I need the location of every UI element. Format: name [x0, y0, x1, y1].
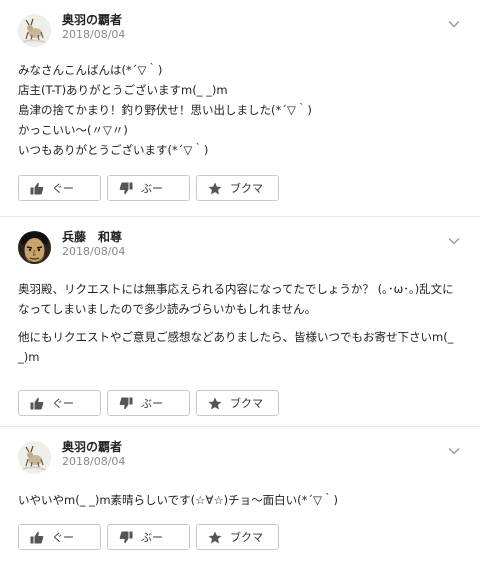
thumbs-down-icon — [119, 182, 133, 194]
thumbs-up-icon — [30, 182, 44, 194]
bookmark-label: ブクマ — [230, 182, 263, 195]
comment-header: 奥羽の覇者 2018/08/04 — [18, 427, 462, 477]
comment-line: 店主(T-T)ありがとうございますm(_ _)m — [18, 83, 228, 97]
comment-line: みなさんこんばんは(*´▽｀) — [18, 63, 163, 77]
manga-face-avatar[interactable] — [18, 231, 51, 264]
comment-line: 奥羽殿、リクエストには無事応えられる内容になってたでしょうか？ (｡･ω･｡)乱… — [18, 282, 454, 296]
bookmark-label: ブクマ — [230, 397, 263, 410]
good-label: ぐー — [52, 397, 74, 410]
chevron-down-icon[interactable] — [447, 14, 461, 28]
chevron-down-icon[interactable] — [447, 441, 461, 455]
thumbs-down-icon — [119, 397, 133, 409]
username[interactable]: 兵藤 和尊 — [62, 228, 122, 245]
comment-line: かっこいい～(〃▽〃) — [18, 123, 128, 137]
chevron-down-icon[interactable] — [447, 231, 461, 245]
username[interactable]: 奥羽の覇者 — [62, 11, 122, 28]
bookmark-button[interactable]: ブクマ — [196, 390, 279, 416]
comment-header: 奥羽の覇者 2018/08/04 — [18, 0, 462, 50]
star-icon — [208, 182, 222, 194]
comment-item: 奥羽の覇者 2018/08/04 いやいやm(_ _)m素晴らしいです(☆∀☆)… — [0, 427, 480, 567]
deer-figure-avatar[interactable] — [18, 14, 51, 47]
bookmark-label: ブクマ — [230, 531, 263, 544]
bad-label: ぶー — [141, 397, 163, 410]
bookmark-button[interactable]: ブクマ — [196, 524, 279, 550]
comment-body: いやいやm(_ _)m素晴らしいです(☆∀☆)チョ～面白い(*´▽｀) — [18, 490, 462, 510]
good-label: ぐー — [52, 182, 74, 195]
star-icon — [208, 397, 222, 409]
comment-paragraph: 他にもリクエストやご意見ご感想などありましたら、皆様いつでもお寄せ下さいm(_ … — [18, 327, 462, 367]
good-button[interactable]: ぐー — [18, 524, 101, 550]
comment-actions: ぐー ぶー ブクマ — [18, 524, 279, 550]
good-label: ぐー — [52, 531, 74, 544]
deer-figure-avatar[interactable] — [18, 441, 51, 474]
comment-item: 奥羽の覇者 2018/08/04 みなさんこんばんは(*´▽｀) 店主(T-T)… — [0, 0, 480, 217]
comment-body: みなさんこんばんは(*´▽｀) 店主(T-T)ありがとうございますm(_ _)m… — [18, 60, 462, 160]
username[interactable]: 奥羽の覇者 — [62, 438, 122, 455]
thumbs-up-icon — [30, 397, 44, 409]
bad-button[interactable]: ぶー — [107, 390, 190, 416]
comment-actions: ぐー ぶー ブクマ — [18, 390, 279, 416]
comment-line: 他にもリクエストやご意見ご感想などありましたら、皆様いつでもお寄せ下さいm(_ — [18, 330, 454, 344]
comment-line: 島津の捨てかまり！釣り野伏せ！思い出しました(*´▽｀) — [18, 103, 312, 117]
comment-paragraph: 奥羽殿、リクエストには無事応えられる内容になってたでしょうか？ (｡･ω･｡)乱… — [18, 279, 462, 319]
comment-date: 2018/08/04 — [62, 245, 126, 258]
bad-button[interactable]: ぶー — [107, 524, 190, 550]
bad-label: ぶー — [141, 182, 163, 195]
thumbs-down-icon — [119, 531, 133, 543]
comment-line: いやいやm(_ _)m素晴らしいです(☆∀☆)チョ～面白い(*´▽｀) — [18, 493, 338, 507]
comment-date: 2018/08/04 — [62, 28, 126, 41]
bookmark-button[interactable]: ブクマ — [196, 175, 279, 201]
comment-item: 兵藤 和尊 2018/08/04 奥羽殿、リクエストには無事応えられる内容になっ… — [0, 217, 480, 427]
thumbs-up-icon — [30, 531, 44, 543]
bad-label: ぶー — [141, 531, 163, 544]
comment-actions: ぐー ぶー ブクマ — [18, 175, 279, 201]
comment-header: 兵藤 和尊 2018/08/04 — [18, 217, 462, 267]
comment-line: _)m — [18, 350, 40, 364]
comment-body: 奥羽殿、リクエストには無事応えられる内容になってたでしょうか？ (｡･ω･｡)乱… — [18, 279, 462, 367]
comment-line: いつもありがとうございます(*´▽｀) — [18, 143, 209, 157]
comment-date: 2018/08/04 — [62, 455, 126, 468]
comment-line: なってしまいましたので多少読みづらいかもしれません。 — [18, 302, 317, 316]
good-button[interactable]: ぐー — [18, 175, 101, 201]
comment-feed: 奥羽の覇者 2018/08/04 みなさんこんばんは(*´▽｀) 店主(T-T)… — [0, 0, 480, 567]
star-icon — [208, 531, 222, 543]
good-button[interactable]: ぐー — [18, 390, 101, 416]
bad-button[interactable]: ぶー — [107, 175, 190, 201]
